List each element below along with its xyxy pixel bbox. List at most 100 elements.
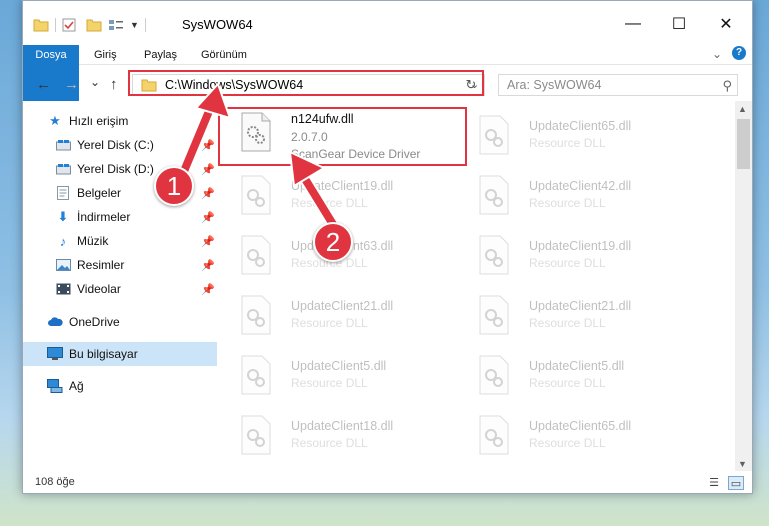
sidebar-item-pictures[interactable]: Resimler 📌: [23, 253, 217, 277]
drive-icon: [55, 161, 71, 177]
file-name: UpdateClient21.dll: [529, 299, 632, 313]
file-type: Resource DLL: [291, 376, 368, 390]
file-item[interactable]: UpdateClient5.dll Resource DLL: [461, 349, 686, 405]
tab-share[interactable]: Paylaş: [144, 45, 177, 65]
sidebar-item-onedrive[interactable]: OneDrive: [23, 310, 217, 334]
file-item[interactable]: UpdateClient18.dll Resource DLL: [223, 409, 448, 465]
sidebar-item-label: Müzik: [77, 234, 109, 248]
file-name: UpdateClient19.dll: [529, 239, 632, 253]
sidebar-item-videos[interactable]: Videolar 📌: [23, 277, 217, 301]
sidebar-item-label: Belgeler: [77, 186, 122, 200]
tab-view[interactable]: Görünüm: [201, 45, 247, 65]
dll-file-icon: [479, 175, 509, 215]
network-icon: [47, 378, 63, 394]
close-button[interactable]: ✕: [703, 9, 749, 39]
sidebar-item-label: Resimler: [77, 258, 125, 272]
quick-access-toolbar: ▼: [33, 15, 152, 35]
view-options-icon[interactable]: [108, 18, 124, 32]
file-name: UpdateClient21.dll: [291, 299, 394, 313]
file-name: UpdateClient65.dll: [529, 119, 632, 133]
pin-icon[interactable]: 📌: [201, 187, 215, 200]
dll-file-icon: [241, 235, 271, 275]
file-type: Resource DLL: [291, 316, 368, 330]
step-2-badge: 2: [313, 222, 353, 262]
cloud-icon: [47, 314, 63, 330]
sidebar-item-label: Hızlı erişim: [69, 114, 129, 128]
pictures-icon: [55, 257, 71, 273]
properties-icon[interactable]: [62, 18, 76, 32]
file-type: Resource DLL: [529, 316, 606, 330]
back-button[interactable]: ←: [36, 76, 51, 93]
file-item[interactable]: UpdateClient42.dll Resource DLL: [461, 169, 686, 225]
dll-file-icon: [479, 295, 509, 335]
details-view-icon[interactable]: ☰: [706, 476, 722, 490]
download-icon: ⬇: [57, 209, 69, 224]
minimize-button[interactable]: —: [610, 9, 656, 39]
maximize-button[interactable]: ☐: [656, 9, 702, 39]
search-input[interactable]: Ara: SysWOW64: [507, 78, 601, 92]
chevron-down-icon[interactable]: ⌄: [712, 47, 722, 61]
sidebar-item-label: Videolar: [77, 282, 121, 296]
drive-icon: [55, 137, 71, 153]
step-1-badge: 1: [154, 166, 194, 206]
sidebar-item-music[interactable]: ♪ Müzik 📌: [23, 229, 217, 253]
file-name: UpdateClient18.dll: [291, 419, 394, 433]
sidebar-item-downloads[interactable]: ⬇ İndirmeler 📌: [23, 205, 217, 229]
file-type: Resource DLL: [529, 376, 606, 390]
dll-file-icon: [479, 115, 509, 155]
file-item[interactable]: UpdateClient65.dll Resource DLL: [461, 109, 686, 165]
star-icon: ★: [49, 113, 61, 128]
computer-icon: [47, 346, 63, 362]
file-item[interactable]: UpdateClient19.dll Resource DLL: [461, 229, 686, 285]
tab-home[interactable]: Giriş: [94, 45, 117, 65]
help-icon[interactable]: ?: [732, 46, 746, 60]
dll-file-icon: [479, 235, 509, 275]
music-icon: ♪: [59, 233, 67, 249]
file-type: Resource DLL: [529, 256, 606, 270]
pin-icon[interactable]: 📌: [201, 259, 215, 272]
pin-icon[interactable]: 📌: [201, 211, 215, 224]
scroll-down-icon[interactable]: ▼: [738, 459, 747, 469]
dll-file-icon: [479, 355, 509, 395]
status-bar: 108 öğe ☰ ▭: [23, 473, 752, 493]
file-item[interactable]: UpdateClient21.dll Resource DLL: [223, 289, 448, 345]
sidebar-item-label: OneDrive: [69, 315, 120, 329]
dll-file-icon: [241, 175, 271, 215]
dll-file-icon: [241, 295, 271, 335]
file-type: Resource DLL: [529, 136, 606, 150]
documents-icon: [55, 185, 71, 201]
item-count: 108 öğe: [35, 476, 75, 488]
sidebar-item-label: Yerel Disk (C:): [77, 138, 154, 152]
folder-icon[interactable]: [33, 18, 49, 32]
file-item[interactable]: UpdateClient65.dll Resource DLL: [461, 409, 686, 465]
vertical-scrollbar[interactable]: ▲ ▼: [735, 101, 752, 471]
file-type: Resource DLL: [529, 196, 606, 210]
pin-icon[interactable]: 📌: [201, 283, 215, 296]
search-box[interactable]: Ara: SysWOW64 ⚲: [498, 74, 738, 96]
sidebar-item-this-pc[interactable]: Bu bilgisayar: [23, 342, 217, 366]
file-item[interactable]: UpdateClient21.dll Resource DLL: [461, 289, 686, 345]
sidebar-item-network[interactable]: Ağ: [23, 374, 217, 398]
recent-locations-button[interactable]: ⌄: [90, 75, 100, 89]
file-name: UpdateClient65.dll: [529, 419, 632, 433]
scroll-up-icon[interactable]: ▲: [738, 104, 747, 114]
file-item[interactable]: UpdateClient5.dll Resource DLL: [223, 349, 448, 405]
scrollbar-thumb[interactable]: [737, 119, 750, 169]
dll-file-icon: [241, 355, 271, 395]
sidebar-item-label: İndirmeler: [77, 210, 131, 224]
file-type: Resource DLL: [529, 436, 606, 450]
dll-file-icon: [479, 415, 509, 455]
pin-icon[interactable]: 📌: [201, 235, 215, 248]
ribbon-tabs: Dosya Giriş Paylaş Görünüm ⌄ ?: [23, 45, 752, 101]
large-icons-view-icon[interactable]: ▭: [728, 476, 744, 490]
customize-dropdown-icon[interactable]: ▼: [130, 20, 139, 30]
new-folder-icon[interactable]: [86, 18, 102, 32]
file-type: Resource DLL: [291, 436, 368, 450]
sidebar-item-label: Ağ: [69, 379, 84, 393]
title-bar: ▼ SysWOW64 — ☐ ✕: [23, 1, 752, 45]
window-title: SysWOW64: [182, 17, 253, 32]
videos-icon: [55, 281, 71, 297]
up-button[interactable]: ↑: [110, 76, 118, 93]
forward-button[interactable]: →: [64, 76, 79, 93]
dll-file-icon: [241, 415, 271, 455]
